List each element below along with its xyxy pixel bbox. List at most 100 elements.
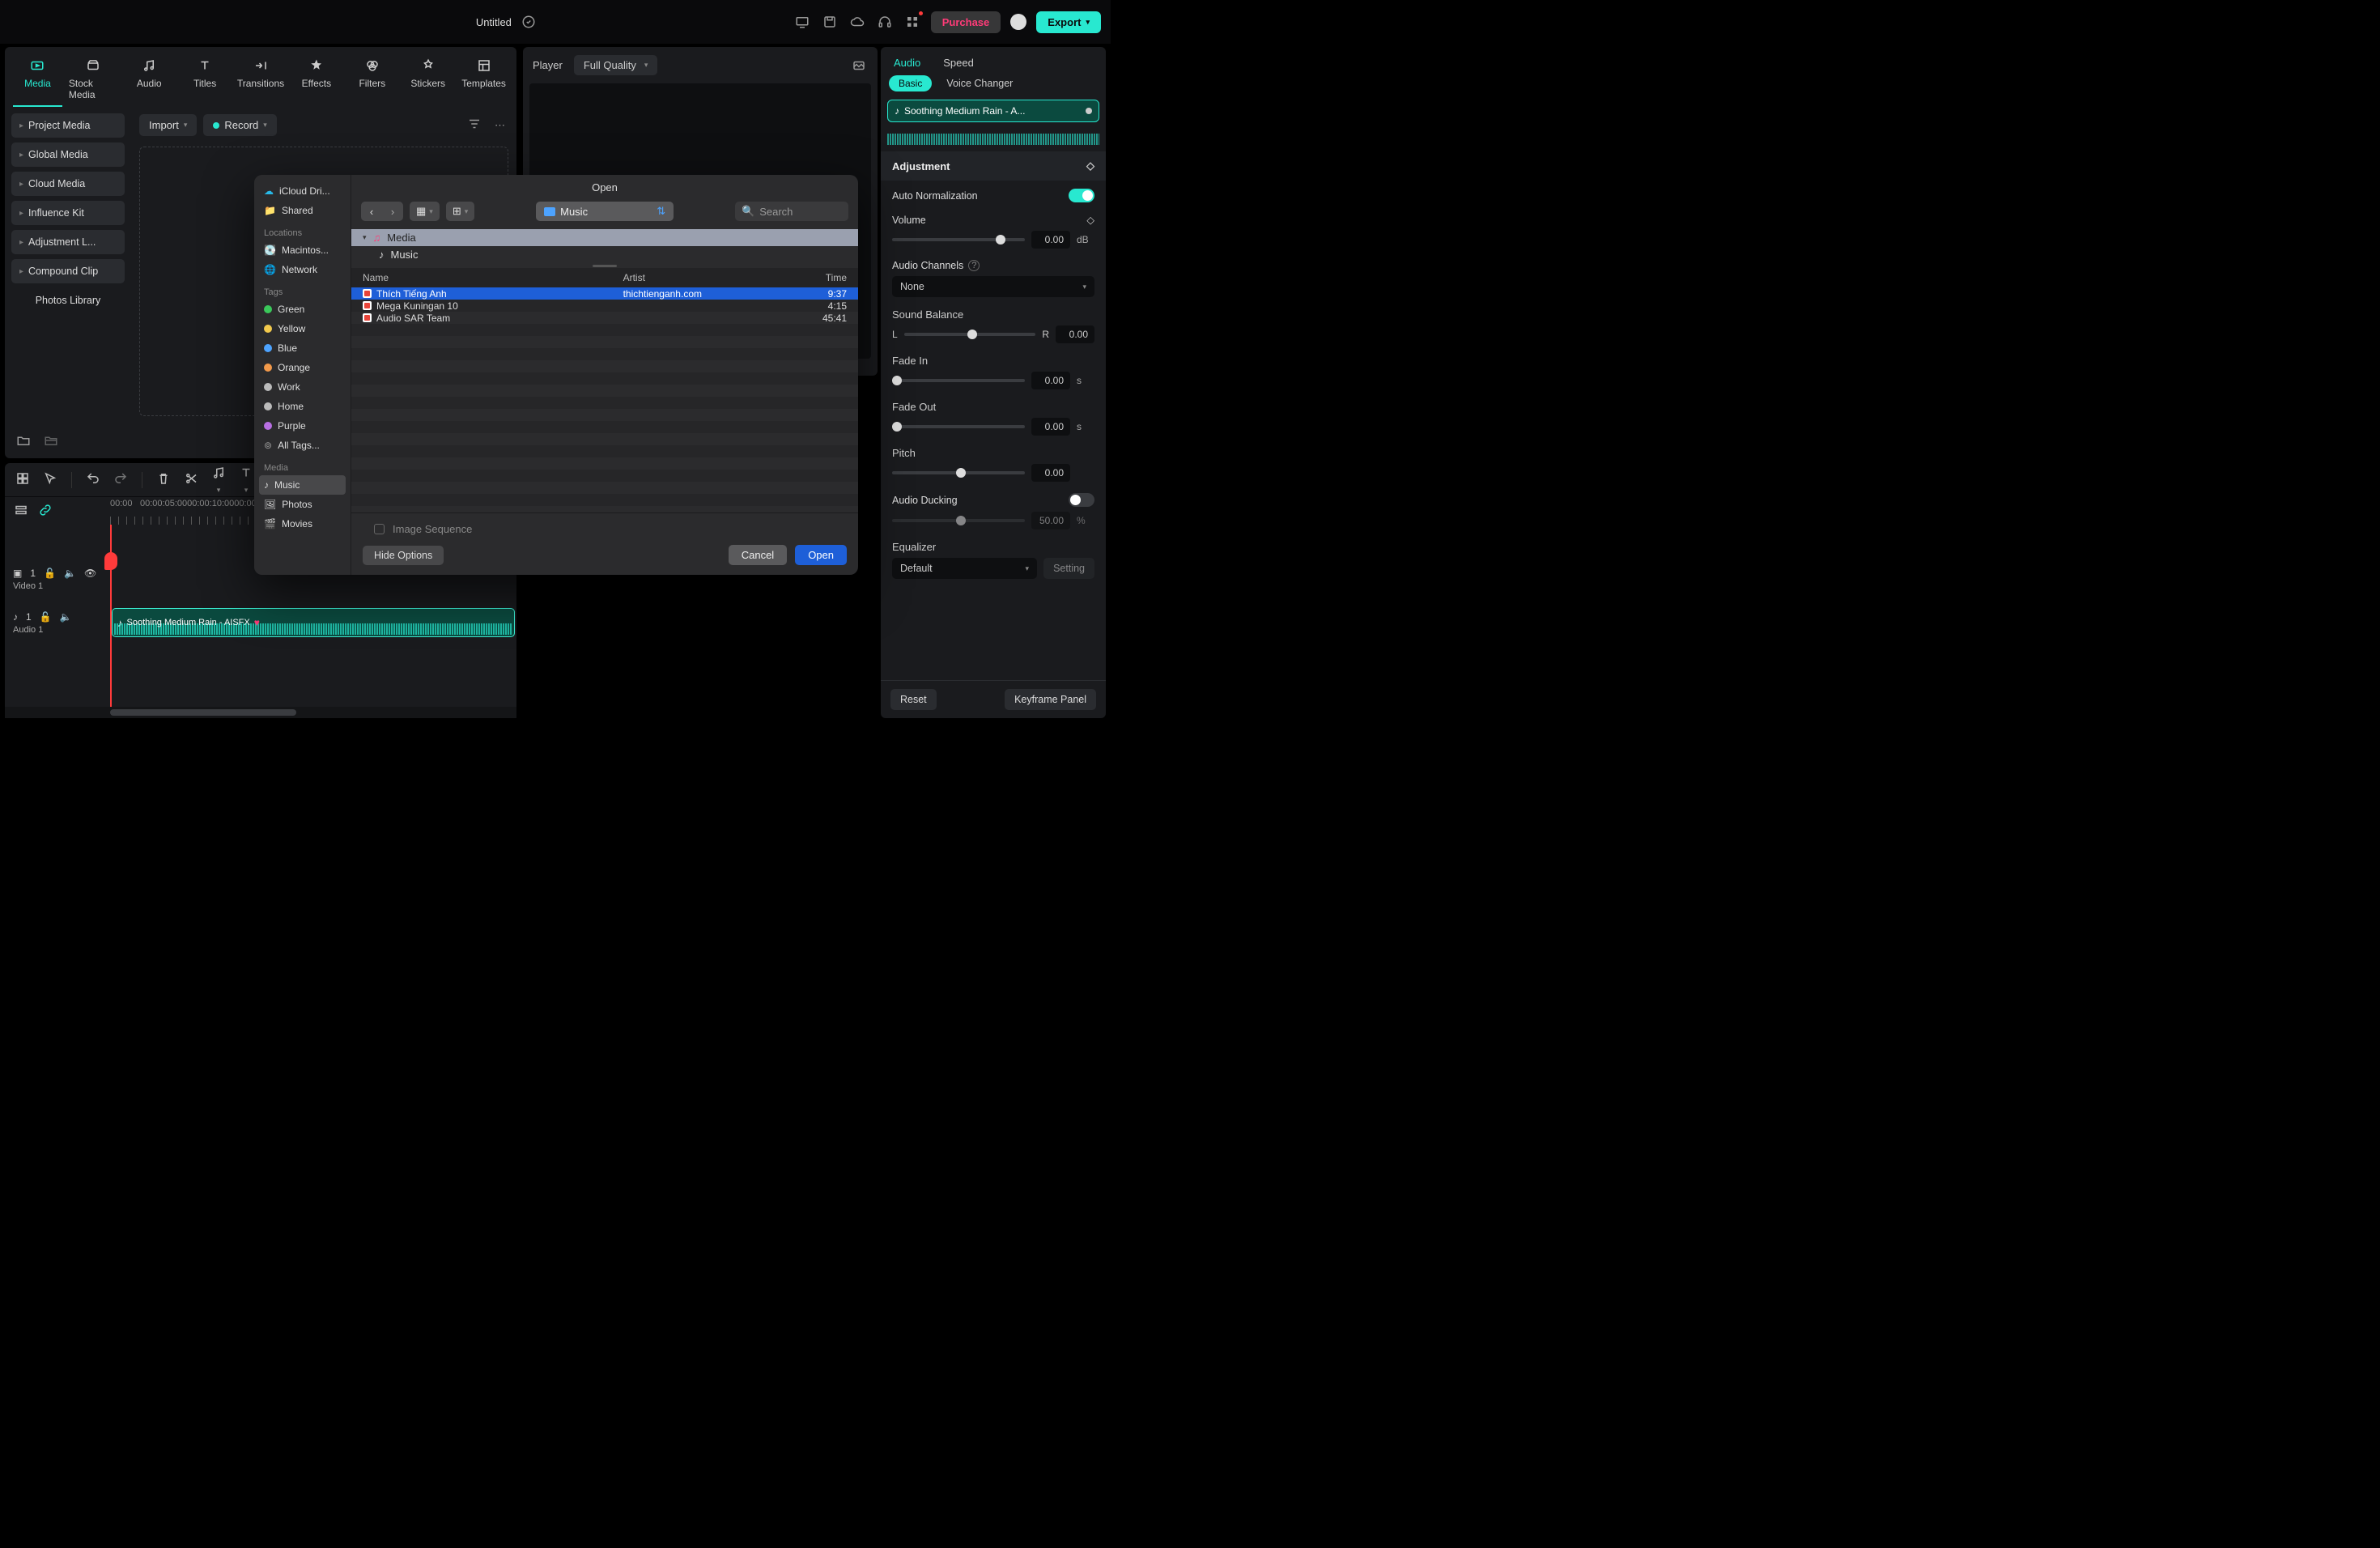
lock-icon[interactable]: 🔓 <box>40 611 52 623</box>
tab-audio[interactable]: Audio <box>125 55 174 107</box>
mute-icon[interactable]: 🔈 <box>60 611 72 623</box>
search-input[interactable]: 🔍Search <box>735 202 848 221</box>
folder-open-icon[interactable] <box>42 432 60 449</box>
redo-icon[interactable] <box>113 471 129 488</box>
fadeout-slider[interactable] <box>892 425 1025 428</box>
open-button[interactable]: Open <box>795 545 847 565</box>
tab-templates[interactable]: Templates <box>459 55 508 107</box>
channels-select[interactable]: None▾ <box>892 276 1094 297</box>
keyframe-diamond-icon[interactable]: ◇ <box>1086 159 1094 172</box>
sidebar-shared[interactable]: 📁Shared <box>259 201 346 220</box>
cut-icon[interactable] <box>183 471 199 488</box>
view-mode-button[interactable]: ▦▾ <box>410 202 440 221</box>
eq-setting-button[interactable]: Setting <box>1043 558 1094 579</box>
sidebar-tag-home[interactable]: Home <box>259 397 346 416</box>
playhead[interactable] <box>110 525 112 707</box>
image-sequence-checkbox[interactable] <box>374 524 385 534</box>
sidebar-item-cloud-media[interactable]: ▸Cloud Media <box>11 172 125 196</box>
nav-back-button[interactable]: ‹ <box>361 202 382 221</box>
title-edit-icon[interactable] <box>520 13 538 31</box>
volume-slider[interactable] <box>892 238 1025 241</box>
sidebar-macintosh[interactable]: 💽Macintos... <box>259 240 346 260</box>
path-selector[interactable]: Music⇅ <box>536 202 674 221</box>
group-button[interactable]: ⊞▾ <box>446 202 474 221</box>
keyframe-panel-button[interactable]: Keyframe Panel <box>1005 689 1096 710</box>
avatar[interactable] <box>1010 14 1026 30</box>
sidebar-item-adjustment-layer[interactable]: ▸Adjustment L... <box>11 230 125 254</box>
tab-speed-inspector[interactable]: Speed <box>943 57 974 69</box>
sidebar-tag-orange[interactable]: Orange <box>259 358 346 377</box>
more-icon[interactable]: ⋯ <box>491 116 508 135</box>
visibility-icon[interactable]: 👁 <box>84 568 96 579</box>
record-button[interactable]: Record▾ <box>203 114 276 136</box>
apps-icon[interactable] <box>903 13 921 31</box>
tab-filters[interactable]: Filters <box>347 55 397 107</box>
sidebar-music[interactable]: ♪Music <box>259 475 346 495</box>
reset-button[interactable]: Reset <box>890 689 937 710</box>
cursor-icon[interactable] <box>42 471 58 488</box>
sidebar-all-tags[interactable]: ⊚All Tags... <box>259 436 346 455</box>
favorite-icon[interactable]: ♥ <box>254 617 260 628</box>
hide-options-button[interactable]: Hide Options <box>363 546 444 565</box>
source-music-row[interactable]: ♪Music <box>351 246 858 263</box>
cancel-button[interactable]: Cancel <box>729 545 787 565</box>
selected-clip-chip[interactable]: ♪ Soothing Medium Rain - A... <box>887 100 1099 122</box>
snapshot-icon[interactable] <box>850 57 868 74</box>
import-button[interactable]: Import▾ <box>139 114 197 136</box>
file-row[interactable]: Thích Tiếng Anhthichtienganh.com9:37 <box>351 287 858 300</box>
subtab-voice-changer[interactable]: Voice Changer <box>946 75 1013 91</box>
quality-select[interactable]: Full Quality▾ <box>574 55 658 75</box>
sidebar-item-project-media[interactable]: ▸Project Media <box>11 113 125 138</box>
filter-icon[interactable] <box>464 113 485 137</box>
display-icon[interactable] <box>793 13 811 31</box>
file-row[interactable]: Audio SAR Team45:41 <box>351 312 858 324</box>
tab-media[interactable]: Media <box>13 55 62 107</box>
balance-value[interactable]: 0.00 <box>1056 325 1094 343</box>
sidebar-icloud[interactable]: ☁iCloud Dri... <box>259 181 346 201</box>
timeline-mode-icon[interactable] <box>13 503 29 520</box>
save-icon[interactable] <box>821 13 839 31</box>
sidebar-tag-yellow[interactable]: Yellow <box>259 319 346 338</box>
sidebar-tag-purple[interactable]: Purple <box>259 416 346 436</box>
drag-handle[interactable] <box>593 265 617 267</box>
tab-stickers[interactable]: Stickers <box>403 55 453 107</box>
auto-norm-switch[interactable] <box>1069 189 1094 202</box>
mute-icon[interactable]: 🔈 <box>64 568 76 579</box>
tab-effects[interactable]: Effects <box>291 55 341 107</box>
sidebar-tag-work[interactable]: Work <box>259 377 346 397</box>
tab-audio-inspector[interactable]: Audio <box>894 57 920 69</box>
undo-icon[interactable] <box>85 471 101 488</box>
sidebar-item-influence-kit[interactable]: ▸Influence Kit <box>11 201 125 225</box>
tab-transitions[interactable]: Transitions <box>236 55 286 107</box>
file-row[interactable]: Mega Kuningan 104:15 <box>351 300 858 312</box>
tab-titles[interactable]: Titles <box>181 55 230 107</box>
text-tool-icon[interactable]: ▾ <box>238 466 254 495</box>
ducking-slider[interactable] <box>892 519 1025 522</box>
folder-new-icon[interactable] <box>15 432 32 449</box>
export-button[interactable]: Export▾ <box>1036 11 1101 33</box>
sidebar-tag-blue[interactable]: Blue <box>259 338 346 358</box>
eq-select[interactable]: Default▾ <box>892 558 1037 579</box>
source-media-row[interactable]: ▾♫Media <box>351 229 858 246</box>
sidebar-network[interactable]: 🌐Network <box>259 260 346 279</box>
fadein-slider[interactable] <box>892 379 1025 382</box>
audio-clip[interactable]: ♪ Soothing Medium Rain - AISFX ♥ <box>112 608 515 637</box>
sidebar-tag-green[interactable]: Green <box>259 300 346 319</box>
sidebar-movies[interactable]: 🎬Movies <box>259 514 346 534</box>
delete-icon[interactable] <box>155 471 172 488</box>
fadein-value[interactable]: 0.00 <box>1031 372 1070 389</box>
layout-icon[interactable] <box>15 471 31 488</box>
sidebar-item-compound-clip[interactable]: ▸Compound Clip <box>11 259 125 283</box>
balance-slider[interactable] <box>904 333 1036 336</box>
music-tool-icon[interactable]: ▾ <box>210 466 227 495</box>
link-icon[interactable] <box>37 503 53 520</box>
pitch-slider[interactable] <box>892 471 1025 474</box>
ducking-value[interactable]: 50.00 <box>1031 512 1070 529</box>
sidebar-item-photos-library[interactable]: Photos Library <box>11 288 125 313</box>
headphones-icon[interactable] <box>876 13 894 31</box>
tab-stock-media[interactable]: Stock Media <box>69 55 118 107</box>
nav-forward-button[interactable]: › <box>382 202 403 221</box>
fadeout-value[interactable]: 0.00 <box>1031 418 1070 436</box>
sidebar-photos[interactable]: 🖼Photos <box>259 495 346 514</box>
volume-value[interactable]: 0.00 <box>1031 231 1070 249</box>
